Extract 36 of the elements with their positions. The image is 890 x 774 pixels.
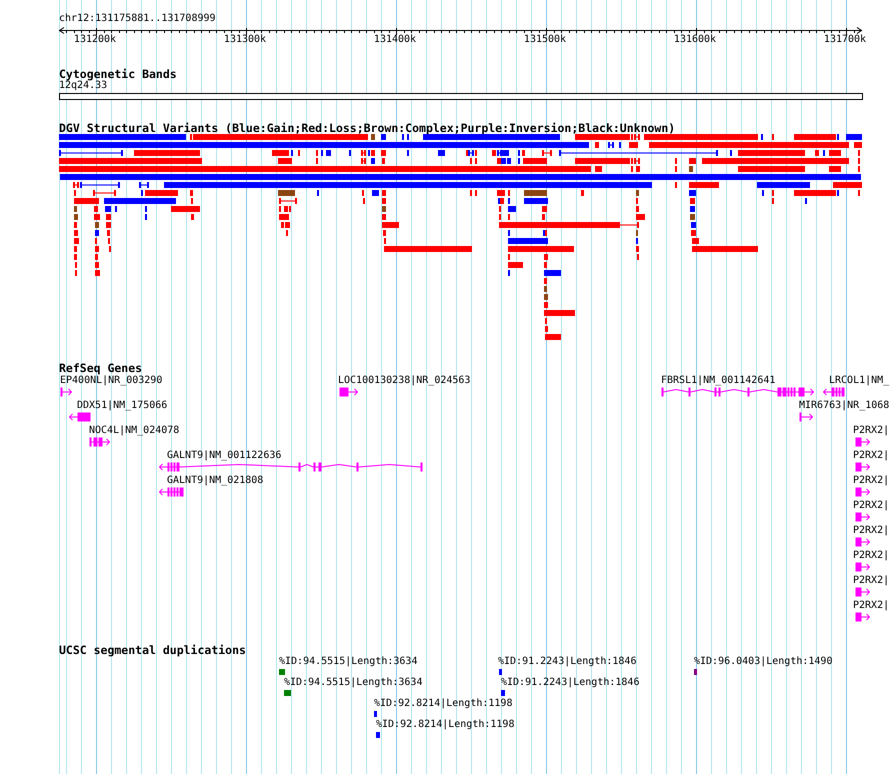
gene-label: P2RX2| [853,551,890,561]
gene-label: P2RX2| [853,576,890,586]
duplication-label: %ID:96.0403|Length:1490 [694,657,832,667]
gene-label: P2RX2| [853,476,890,486]
duplication-label: %ID:91.2243|Length:1846 [501,678,640,688]
track-title: DGV Structural Variants (Blue:Gain;Red:Loss;Brown:Complex;Purple:Inversion;Black:Unknown) [59,122,676,134]
region-label: chr12:131175881..131708999 [59,14,216,24]
tick-label: 131400k [374,35,416,45]
gene-label: DDX51|NM_175066 [77,401,168,411]
tick-label: 131200k [74,35,116,45]
gene-label: EP400NL|NR_003290 [60,376,162,386]
band-label: 12q24.33 [59,81,108,91]
gene-label: LRCOL1|NM_ [829,376,890,386]
track-title: UCSC segmental duplications [59,644,246,656]
gene-label: LOC100130238|NR_024563 [338,376,470,386]
gene-label: GALNT9|NM_021808 [167,476,264,486]
gene-label: P2RX2| [853,526,890,536]
gene-label: P2RX2| [853,451,890,461]
duplication-label: %ID:94.5515|Length:3634 [279,657,418,667]
duplication-label: %ID:94.5515|Length:3634 [284,678,422,688]
gene-label: P2RX2| [853,426,890,436]
gene-label: P2RX2| [853,601,890,611]
track-title: Cytogenetic Bands [59,68,177,80]
gene-label: FBRSL1|NM_001142641 [661,376,776,386]
gene-label: GALNT9|NM_001122636 [167,451,282,461]
duplication-label: %ID:91.2243|Length:1846 [498,657,636,667]
tick-label: 131500k [524,35,566,45]
tick-label: 131700k [824,35,866,45]
gene-label: P2RX2| [853,501,890,511]
track-title: RefSeq Genes [59,362,142,374]
gene-label: MIR6763|NR_1068 [799,401,890,411]
tick-label: 131600k [674,35,716,45]
duplication-label: %ID:92.8214|Length:1198 [374,699,512,709]
gene-label: NOC4L|NM_024078 [89,426,180,436]
tick-label: 131300k [224,35,266,45]
duplication-label: %ID:92.8214|Length:1198 [376,720,514,730]
